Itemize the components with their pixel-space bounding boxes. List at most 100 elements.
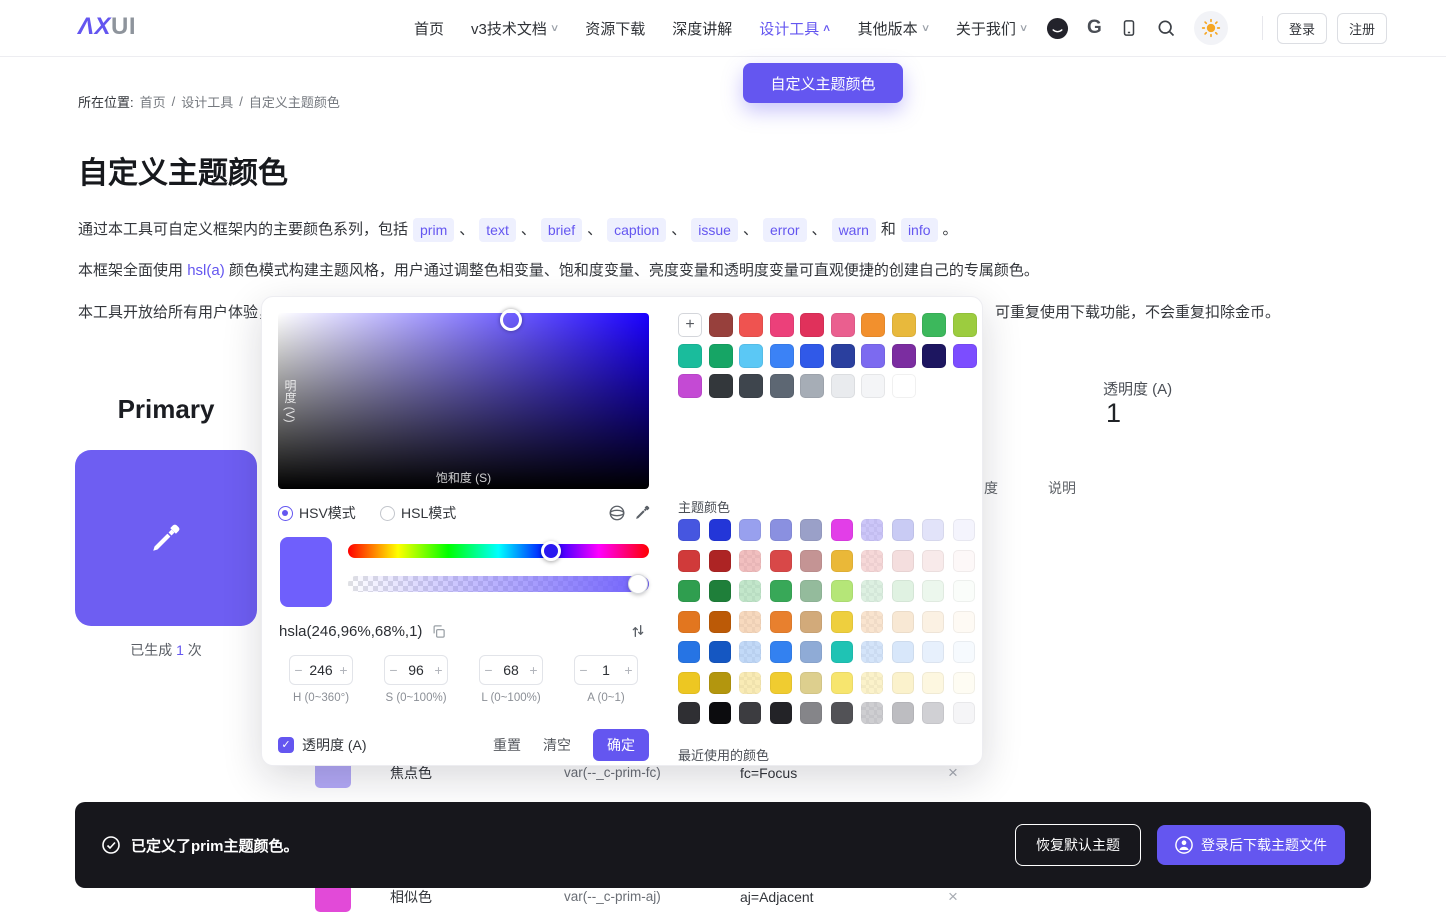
color-swatch[interactable] [800, 313, 824, 337]
nav-item-资源下载[interactable]: 资源下载 [585, 18, 645, 39]
color-swatch[interactable] [861, 313, 885, 337]
sv-gradient-area[interactable]: 明度 (V) 饱和度 (S) [278, 313, 649, 489]
sv-handle[interactable] [500, 309, 522, 331]
color-swatch[interactable] [922, 702, 944, 724]
nav-item-其他版本[interactable]: 其他版本∨ [858, 18, 929, 39]
increment-button[interactable]: + [525, 662, 542, 678]
hue-handle[interactable] [541, 541, 561, 561]
hsv-mode-radio[interactable]: HSV模式 [278, 503, 356, 523]
color-swatch[interactable] [709, 702, 731, 724]
color-swatch[interactable] [922, 550, 944, 572]
color-swatch[interactable] [678, 641, 700, 663]
dropdown-custom-theme-color[interactable]: 自定义主题颜色 [743, 63, 903, 103]
color-swatch[interactable] [892, 580, 914, 602]
color-swatch[interactable] [892, 313, 916, 337]
color-swatch[interactable] [678, 580, 700, 602]
color-swatch[interactable] [892, 611, 914, 633]
color-swatch[interactable] [770, 344, 794, 368]
color-swatch[interactable] [953, 313, 977, 337]
color-swatch[interactable] [739, 580, 761, 602]
color-swatch[interactable] [831, 580, 853, 602]
increment-button[interactable]: + [335, 662, 352, 678]
color-swatch[interactable] [892, 519, 914, 541]
color-swatch[interactable] [953, 641, 975, 663]
copy-icon[interactable] [431, 624, 446, 639]
hsl-mode-radio[interactable]: HSL模式 [380, 503, 456, 523]
color-swatch[interactable] [770, 641, 792, 663]
color-swatch[interactable] [770, 672, 792, 694]
color-swatch[interactable] [831, 519, 853, 541]
hsla-link[interactable]: hsl(a) [187, 262, 225, 279]
download-theme-button[interactable]: 登录后下载主题文件 [1157, 825, 1345, 865]
color-swatch[interactable] [678, 344, 702, 368]
increment-button[interactable]: + [620, 662, 637, 678]
decrement-button[interactable]: − [575, 662, 592, 678]
color-swatch[interactable] [800, 672, 822, 694]
color-swatch[interactable] [831, 550, 853, 572]
color-swatch[interactable] [739, 344, 763, 368]
color-swatch[interactable] [922, 519, 944, 541]
color-series-tag-prim[interactable]: prim [413, 218, 454, 242]
color-swatch[interactable] [861, 550, 883, 572]
color-swatch[interactable] [770, 702, 792, 724]
add-color-button[interactable]: + [678, 313, 702, 337]
color-swatch[interactable] [770, 611, 792, 633]
nav-item-v3技术文档[interactable]: v3技术文档∨ [471, 18, 558, 39]
color-swatch[interactable] [861, 519, 883, 541]
color-swatch[interactable] [709, 374, 733, 398]
decrement-button[interactable]: − [480, 662, 497, 678]
color-swatch[interactable] [800, 611, 822, 633]
register-button[interactable]: 注册 [1337, 13, 1387, 44]
color-swatch[interactable] [739, 313, 763, 337]
nav-item-首页[interactable]: 首页 [414, 18, 444, 39]
clear-button[interactable]: 清空 [543, 735, 571, 755]
confirm-button[interactable]: 确定 [593, 729, 649, 761]
search-icon[interactable] [1156, 18, 1176, 38]
color-swatch[interactable] [953, 611, 975, 633]
color-swatch[interactable] [861, 672, 883, 694]
color-swatch[interactable] [922, 672, 944, 694]
color-swatch[interactable] [709, 611, 731, 633]
swap-panel-icon[interactable] [630, 623, 646, 639]
color-swatch[interactable] [892, 344, 916, 368]
color-swatch[interactable] [953, 672, 975, 694]
community-icon[interactable] [1046, 17, 1069, 40]
reset-button[interactable]: 重置 [493, 735, 521, 755]
nav-item-关于我们[interactable]: 关于我们∨ [956, 18, 1027, 39]
color-swatch[interactable] [922, 641, 944, 663]
logo[interactable]: ΛXUI [78, 13, 136, 41]
color-swatch[interactable] [678, 611, 700, 633]
color-swatch[interactable] [800, 344, 824, 368]
alpha-handle[interactable] [628, 574, 648, 594]
color-swatch[interactable] [831, 313, 855, 337]
color-swatch[interactable] [953, 344, 977, 368]
color-swatch[interactable] [831, 611, 853, 633]
color-swatch[interactable] [831, 344, 855, 368]
color-swatch[interactable] [678, 374, 702, 398]
nav-item-设计工具[interactable]: 设计工具∧ [759, 18, 830, 39]
color-swatch[interactable] [739, 702, 761, 724]
color-swatch[interactable] [800, 702, 822, 724]
decrement-button[interactable]: − [290, 662, 307, 678]
color-swatch[interactable] [800, 580, 822, 602]
color-series-tag-issue[interactable]: issue [691, 218, 738, 242]
color-swatch[interactable] [678, 702, 700, 724]
color-series-tag-error[interactable]: error [763, 218, 807, 242]
color-swatch[interactable] [739, 374, 763, 398]
color-swatch[interactable] [709, 641, 731, 663]
color-swatch[interactable] [953, 702, 975, 724]
alpha-slider[interactable] [348, 576, 649, 592]
decrement-button[interactable]: − [385, 662, 402, 678]
color-swatch[interactable] [861, 374, 885, 398]
color-swatch[interactable] [800, 550, 822, 572]
color-swatch[interactable] [770, 313, 794, 337]
color-swatch[interactable] [770, 550, 792, 572]
sphere-icon[interactable] [608, 504, 626, 522]
mobile-icon[interactable] [1120, 18, 1138, 38]
color-swatch[interactable] [800, 519, 822, 541]
color-swatch[interactable] [739, 550, 761, 572]
color-swatch[interactable] [770, 374, 794, 398]
color-swatch[interactable] [770, 580, 792, 602]
color-swatch[interactable] [709, 344, 733, 368]
color-swatch[interactable] [892, 550, 914, 572]
